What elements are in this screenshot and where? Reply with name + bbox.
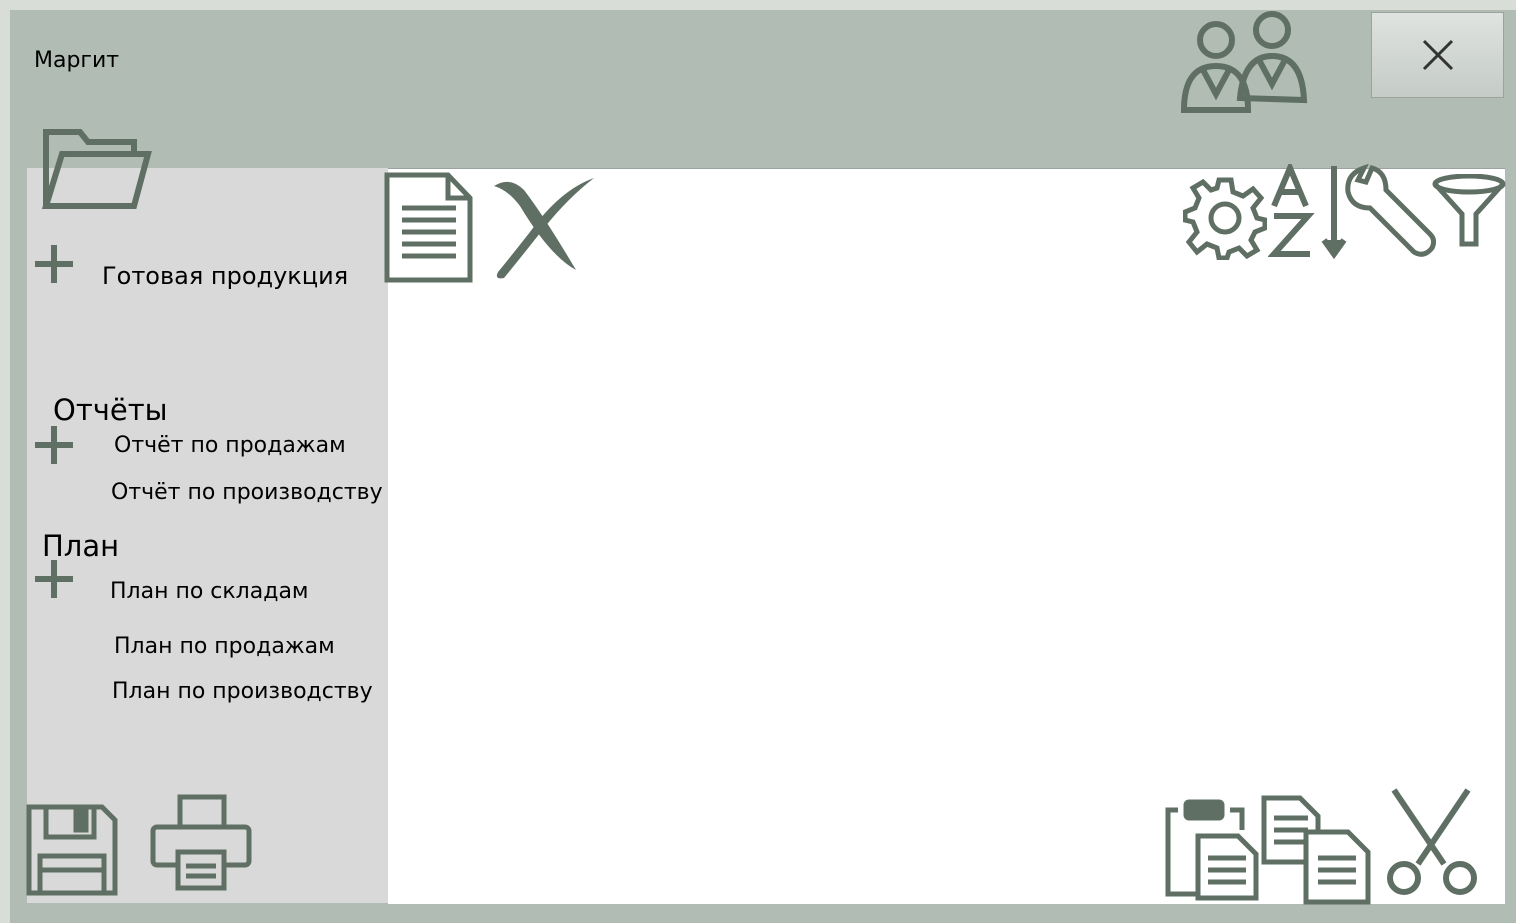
wrench-icon[interactable] xyxy=(1344,163,1437,263)
delete-icon[interactable] xyxy=(490,176,596,287)
window-title: Маргит xyxy=(34,48,120,73)
document-icon[interactable] xyxy=(384,172,474,289)
expand-plan-icon[interactable] xyxy=(35,560,75,600)
sidebar-item-production-plan[interactable]: План по производству xyxy=(112,679,373,704)
save-icon[interactable] xyxy=(26,804,118,901)
plan-heading: План xyxy=(42,529,120,563)
expand-finished-goods-icon[interactable] xyxy=(35,245,75,285)
scissors-icon[interactable] xyxy=(1380,786,1484,901)
copy-icon[interactable] xyxy=(1260,794,1372,911)
sidebar-item-finished-goods[interactable]: Готовая продукция xyxy=(102,262,348,290)
printer-icon[interactable] xyxy=(150,794,252,897)
gear-icon[interactable] xyxy=(1182,176,1268,265)
close-icon xyxy=(1422,39,1453,71)
sort-az-icon[interactable] xyxy=(1267,160,1348,265)
sidebar-item-sales-plan[interactable]: План по продажам xyxy=(114,634,335,659)
sidebar-item-production-report[interactable]: Отчёт по производству xyxy=(111,480,383,505)
close-button[interactable] xyxy=(1371,12,1504,98)
folder-open-icon[interactable] xyxy=(40,124,156,219)
sidebar-item-sales-report[interactable]: Отчёт по продажам xyxy=(114,433,346,458)
paste-icon[interactable] xyxy=(1164,796,1260,907)
users-icon[interactable] xyxy=(1176,10,1308,123)
filter-icon[interactable] xyxy=(1432,173,1506,253)
sidebar-item-warehouse-plan[interactable]: План по складам xyxy=(110,579,309,604)
reports-heading: Отчёты xyxy=(53,393,168,427)
expand-reports-icon[interactable] xyxy=(35,426,75,466)
